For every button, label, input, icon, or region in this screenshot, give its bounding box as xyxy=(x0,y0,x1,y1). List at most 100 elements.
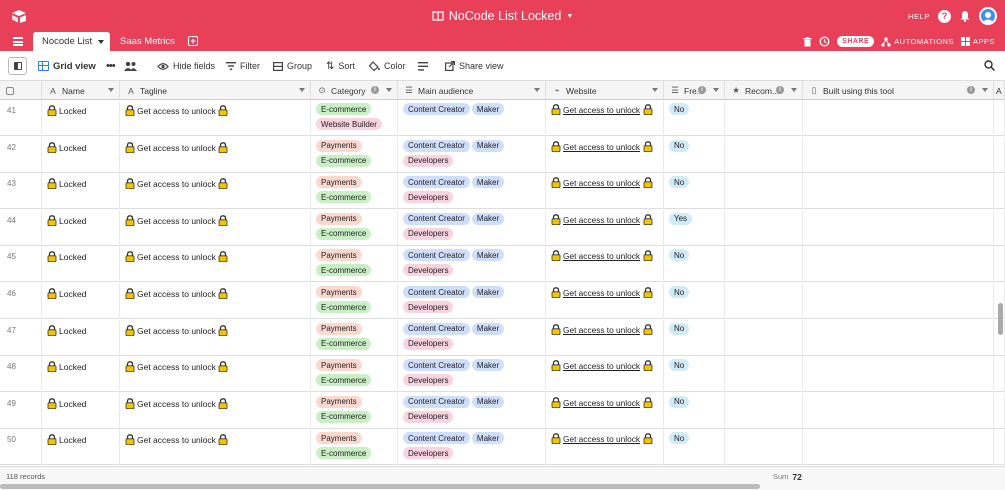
next-column-cell[interactable] xyxy=(994,392,1005,429)
website-cell[interactable]: Get access to unlock xyxy=(546,392,664,429)
next-column-cell[interactable] xyxy=(994,100,1005,136)
tagline-cell[interactable]: Get access to unlock xyxy=(120,356,311,393)
tagline-cell[interactable]: Get access to unlock xyxy=(120,429,311,466)
free-cell[interactable]: Yes xyxy=(664,209,725,246)
info-icon[interactable]: i xyxy=(967,86,975,94)
chevron-down-icon[interactable] xyxy=(713,88,719,92)
category-cell[interactable]: Payments E-commerce xyxy=(311,429,398,466)
column-header-tagline[interactable]: A Tagline xyxy=(120,81,311,100)
built-using-cell[interactable] xyxy=(803,392,994,429)
category-cell[interactable]: Payments E-commerce xyxy=(311,319,398,356)
audience-cell[interactable]: Content Creator Maker Developers xyxy=(398,173,546,210)
website-cell[interactable]: Get access to unlock xyxy=(546,246,664,283)
tagline-cell[interactable]: Get access to unlock xyxy=(120,209,311,246)
share-view-button[interactable]: Share view xyxy=(445,51,504,81)
tagline-cell[interactable]: Get access to unlock xyxy=(120,392,311,429)
info-icon[interactable]: i xyxy=(776,86,784,94)
name-cell[interactable]: Locked xyxy=(42,173,120,210)
name-cell[interactable]: Locked xyxy=(42,246,120,283)
chevron-down-icon[interactable] xyxy=(791,88,797,92)
website-cell[interactable]: Get access to unlock xyxy=(546,283,664,319)
summary-sum[interactable]: Sum 72 xyxy=(773,472,802,482)
tagline-cell[interactable]: Get access to unlock xyxy=(120,100,311,136)
built-using-cell[interactable] xyxy=(803,100,994,136)
color-button[interactable]: Color xyxy=(369,51,406,81)
tab-saas-metrics[interactable]: Saas Metrics xyxy=(120,32,175,51)
built-using-cell[interactable] xyxy=(803,283,994,319)
category-cell[interactable]: Payments E-commerce xyxy=(311,173,398,210)
column-header-recommended[interactable]: ★ Recom... i xyxy=(725,81,803,100)
next-column-cell[interactable] xyxy=(994,356,1005,393)
column-header-name[interactable]: A Name xyxy=(42,81,120,100)
name-cell[interactable]: Locked xyxy=(42,283,120,319)
bell-icon[interactable] xyxy=(959,10,971,22)
free-cell[interactable]: No xyxy=(664,356,725,393)
website-cell[interactable]: Get access to unlock xyxy=(546,319,664,356)
built-using-cell[interactable] xyxy=(803,319,994,356)
row-height-button[interactable] xyxy=(418,51,428,81)
category-cell[interactable]: Payments E-commerce xyxy=(311,209,398,246)
recommended-cell[interactable] xyxy=(725,173,803,210)
tagline-cell[interactable]: Get access to unlock xyxy=(120,319,311,356)
name-cell[interactable]: Locked xyxy=(42,356,120,393)
name-cell[interactable]: Locked xyxy=(42,392,120,429)
help-label[interactable]: HELP xyxy=(908,12,930,21)
tagline-cell[interactable]: Get access to unlock xyxy=(120,283,311,319)
hide-fields-button[interactable]: Hide fields xyxy=(157,51,215,81)
audience-cell[interactable]: Content Creator Maker Developers xyxy=(398,136,546,173)
table-row[interactable]: 50 Locked Get access to unlock Payments E-c… xyxy=(0,429,1005,466)
column-header-free[interactable]: ☰ Fre... i xyxy=(664,81,725,100)
website-link[interactable]: Get access to unlock xyxy=(563,176,640,188)
audience-cell[interactable]: Content Creator Maker Developers xyxy=(398,283,546,319)
menu-icon[interactable] xyxy=(13,37,23,46)
table-row[interactable]: 44 Locked Get access to unlock Payments E-c… xyxy=(0,209,1005,246)
free-cell[interactable]: No xyxy=(664,136,725,173)
apps-button[interactable]: APPS xyxy=(960,37,995,46)
history-icon[interactable] xyxy=(819,36,830,47)
website-link[interactable]: Get access to unlock xyxy=(563,140,640,152)
built-using-cell[interactable] xyxy=(803,209,994,246)
audience-cell[interactable]: Content Creator Maker Developers xyxy=(398,429,546,466)
website-link[interactable]: Get access to unlock xyxy=(563,103,640,115)
info-icon[interactable]: i xyxy=(698,86,706,94)
next-column-cell[interactable] xyxy=(994,136,1005,173)
free-cell[interactable]: No xyxy=(664,429,725,466)
chevron-down-icon[interactable] xyxy=(98,39,105,44)
recommended-cell[interactable] xyxy=(725,319,803,356)
website-link[interactable]: Get access to unlock xyxy=(563,359,640,371)
search-icon[interactable] xyxy=(984,60,995,71)
table-row[interactable]: 42 Locked Get access to unlock Payments E-c… xyxy=(0,136,1005,173)
recommended-cell[interactable] xyxy=(725,246,803,283)
column-header-built-using[interactable]: ▯ Built using this tool i xyxy=(803,81,994,100)
category-cell[interactable]: Payments E-commerce xyxy=(311,283,398,319)
recommended-cell[interactable] xyxy=(725,392,803,429)
column-header-website[interactable]: ⌁ Website xyxy=(546,81,664,100)
website-cell[interactable]: Get access to unlock xyxy=(546,173,664,210)
sort-button[interactable]: ⇅ Sort xyxy=(326,51,355,81)
audience-cell[interactable]: Content Creator Maker Developers xyxy=(398,246,546,283)
next-column-cell[interactable] xyxy=(994,246,1005,283)
group-button[interactable]: Group xyxy=(273,51,312,81)
built-using-cell[interactable] xyxy=(803,246,994,283)
tagline-cell[interactable]: Get access to unlock xyxy=(120,136,311,173)
chevron-down-icon[interactable] xyxy=(108,88,114,92)
free-cell[interactable]: No xyxy=(664,173,725,210)
horizontal-scrollbar[interactable] xyxy=(0,484,760,489)
column-header-category[interactable]: ⊙ Category i xyxy=(311,81,398,100)
table-row[interactable]: 49 Locked Get access to unlock Payments E-c… xyxy=(0,392,1005,429)
sidebar-toggle-button[interactable] xyxy=(8,57,27,75)
column-header-main-audience[interactable]: ☰ Main audience xyxy=(398,81,546,100)
free-cell[interactable]: No xyxy=(664,246,725,283)
table-row[interactable]: 46 Locked Get access to unlock Payments E-c… xyxy=(0,283,1005,319)
website-cell[interactable]: Get access to unlock xyxy=(546,429,664,466)
built-using-cell[interactable] xyxy=(803,429,994,466)
table-row[interactable]: 45 Locked Get access to unlock Payments E-c… xyxy=(0,246,1005,283)
help-icon[interactable]: ? xyxy=(938,9,951,23)
category-cell[interactable]: Payments E-commerce xyxy=(311,356,398,393)
built-using-cell[interactable] xyxy=(803,356,994,393)
automations-button[interactable]: AUTOMATIONS xyxy=(881,36,954,47)
recommended-cell[interactable] xyxy=(725,283,803,319)
recommended-cell[interactable] xyxy=(725,100,803,136)
chevron-down-icon[interactable] xyxy=(534,88,540,92)
category-cell[interactable]: E-commerce Website Builder xyxy=(311,100,398,136)
